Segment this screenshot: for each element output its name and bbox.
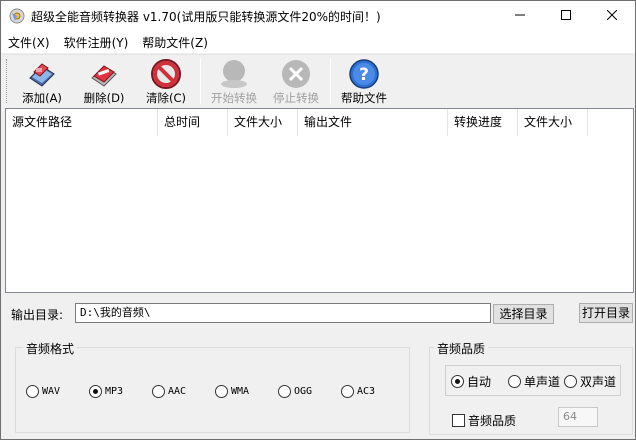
format-radio-wma[interactable]: WMA <box>215 385 249 398</box>
format-radio-mp3[interactable]: MP3 <box>89 385 123 398</box>
format-radio-wav-label: WAV <box>42 386 61 397</box>
start-convert-icon <box>218 58 250 90</box>
clear-label: 清除(C) <box>145 91 186 105</box>
radio-circle <box>152 385 165 398</box>
column-total-time[interactable]: 总时间 <box>158 109 228 136</box>
stop-convert-label: 停止转换 <box>273 91 319 105</box>
menu-help[interactable]: 帮助文件(Z) <box>135 34 215 51</box>
column-progress[interactable]: 转换进度 <box>448 109 518 136</box>
toolbar-grip[interactable] <box>6 59 9 103</box>
format-radio-mp3-label: MP3 <box>105 386 124 397</box>
clear-button[interactable]: 清除(C) <box>137 56 195 106</box>
format-radio-ogg[interactable]: OGG <box>278 385 312 398</box>
file-list-header: 源文件路径 总时间 文件大小 输出文件 转换进度 文件大小 <box>6 109 633 136</box>
stop-convert-button[interactable]: 停止转换 <box>267 56 325 106</box>
menu-file[interactable]: 文件(X) <box>1 34 57 51</box>
file-list[interactable]: 源文件路径 总时间 文件大小 输出文件 转换进度 文件大小 <box>5 108 634 293</box>
column-output-size[interactable]: 文件大小 <box>518 109 588 136</box>
format-radio-wav[interactable]: WAV <box>26 385 60 398</box>
start-convert-button[interactable]: 开始转换 <box>205 56 263 106</box>
help-icon: ? <box>348 58 380 90</box>
svg-text:?: ? <box>359 65 369 85</box>
close-icon <box>606 9 618 23</box>
column-source-path[interactable]: 源文件路径 <box>6 109 158 136</box>
menu-bar: 文件(X) 软件注册(Y) 帮助文件(Z) <box>1 31 635 53</box>
format-radio-ac3[interactable]: AC3 <box>341 385 375 398</box>
format-radio-wma-label: WMA <box>231 386 250 397</box>
output-dir-input[interactable]: D:\我的音频\ <box>75 303 491 323</box>
quality-radio-mono-label: 单声道 <box>524 375 561 389</box>
menu-register[interactable]: 软件注册(Y) <box>57 34 136 51</box>
close-button[interactable] <box>589 1 635 31</box>
app-window: 超级全能音频转换器 v1.70(试用版只能转换源文件20%的时间！) 文件(X)… <box>0 0 636 440</box>
start-convert-label: 开始转换 <box>211 91 257 105</box>
select-dir-button[interactable]: 选择目录 <box>493 304 554 324</box>
delete-file-icon <box>88 58 120 90</box>
output-dir-label: 输出目录: <box>11 308 64 322</box>
radio-circle <box>215 385 228 398</box>
window-title: 超级全能音频转换器 v1.70(试用版只能转换源文件20%的时间！) <box>31 10 381 24</box>
format-radio-ac3-label: AC3 <box>357 386 376 397</box>
toolbar-separator <box>330 58 331 104</box>
quality-radio-auto-label: 自动 <box>467 375 492 389</box>
radio-circle <box>278 385 291 398</box>
quality-radio-stereo-label: 双声道 <box>580 375 617 389</box>
format-radio-aac[interactable]: AAC <box>152 385 186 398</box>
quality-checkbox-label: 音频品质 <box>468 414 517 428</box>
toolbar-separator <box>200 58 201 104</box>
app-icon <box>9 8 25 24</box>
stop-convert-icon <box>280 58 312 90</box>
column-output-file[interactable]: 输出文件 <box>298 109 448 136</box>
delete-label: 删除(D) <box>83 91 125 105</box>
quality-value-input[interactable]: 64 <box>558 407 598 427</box>
format-radio-aac-label: AAC <box>168 386 187 397</box>
open-dir-button[interactable]: 打开目录 <box>579 303 633 323</box>
radio-circle-selected <box>89 385 102 398</box>
format-group-label: 音频格式 <box>23 340 78 357</box>
quality-checkbox[interactable]: 音频品质 <box>452 412 516 429</box>
add-label: 添加(A) <box>22 91 62 105</box>
maximize-button[interactable] <box>543 1 589 31</box>
help-button[interactable]: ? 帮助文件 <box>335 56 393 106</box>
checkbox-box <box>452 414 465 427</box>
radio-circle <box>564 375 577 388</box>
minimize-button[interactable] <box>497 1 543 31</box>
format-radio-ogg-label: OGG <box>294 386 313 397</box>
quality-radio-stereo[interactable]: 双声道 <box>564 373 616 390</box>
quality-radio-mono[interactable]: 单声道 <box>508 373 560 390</box>
radio-circle-selected <box>451 375 464 388</box>
add-button[interactable]: 添加(A) <box>13 56 71 106</box>
quality-group-label: 音频品质 <box>434 340 489 357</box>
add-file-icon <box>26 58 58 90</box>
radio-circle <box>508 375 521 388</box>
maximize-icon <box>561 9 571 23</box>
column-file-size[interactable]: 文件大小 <box>228 109 298 136</box>
delete-button[interactable]: 删除(D) <box>75 56 133 106</box>
title-bar: 超级全能音频转换器 v1.70(试用版只能转换源文件20%的时间！) <box>1 1 635 31</box>
help-label: 帮助文件 <box>341 91 387 105</box>
clear-icon <box>150 58 182 90</box>
radio-circle <box>26 385 39 398</box>
quality-radio-auto[interactable]: 自动 <box>451 373 491 390</box>
toolbar: 添加(A) 删除(D) 清除(C) 开始转换 停止转换 ? 帮助文件 <box>3 54 633 106</box>
radio-circle <box>341 385 354 398</box>
minimize-icon <box>515 9 525 23</box>
